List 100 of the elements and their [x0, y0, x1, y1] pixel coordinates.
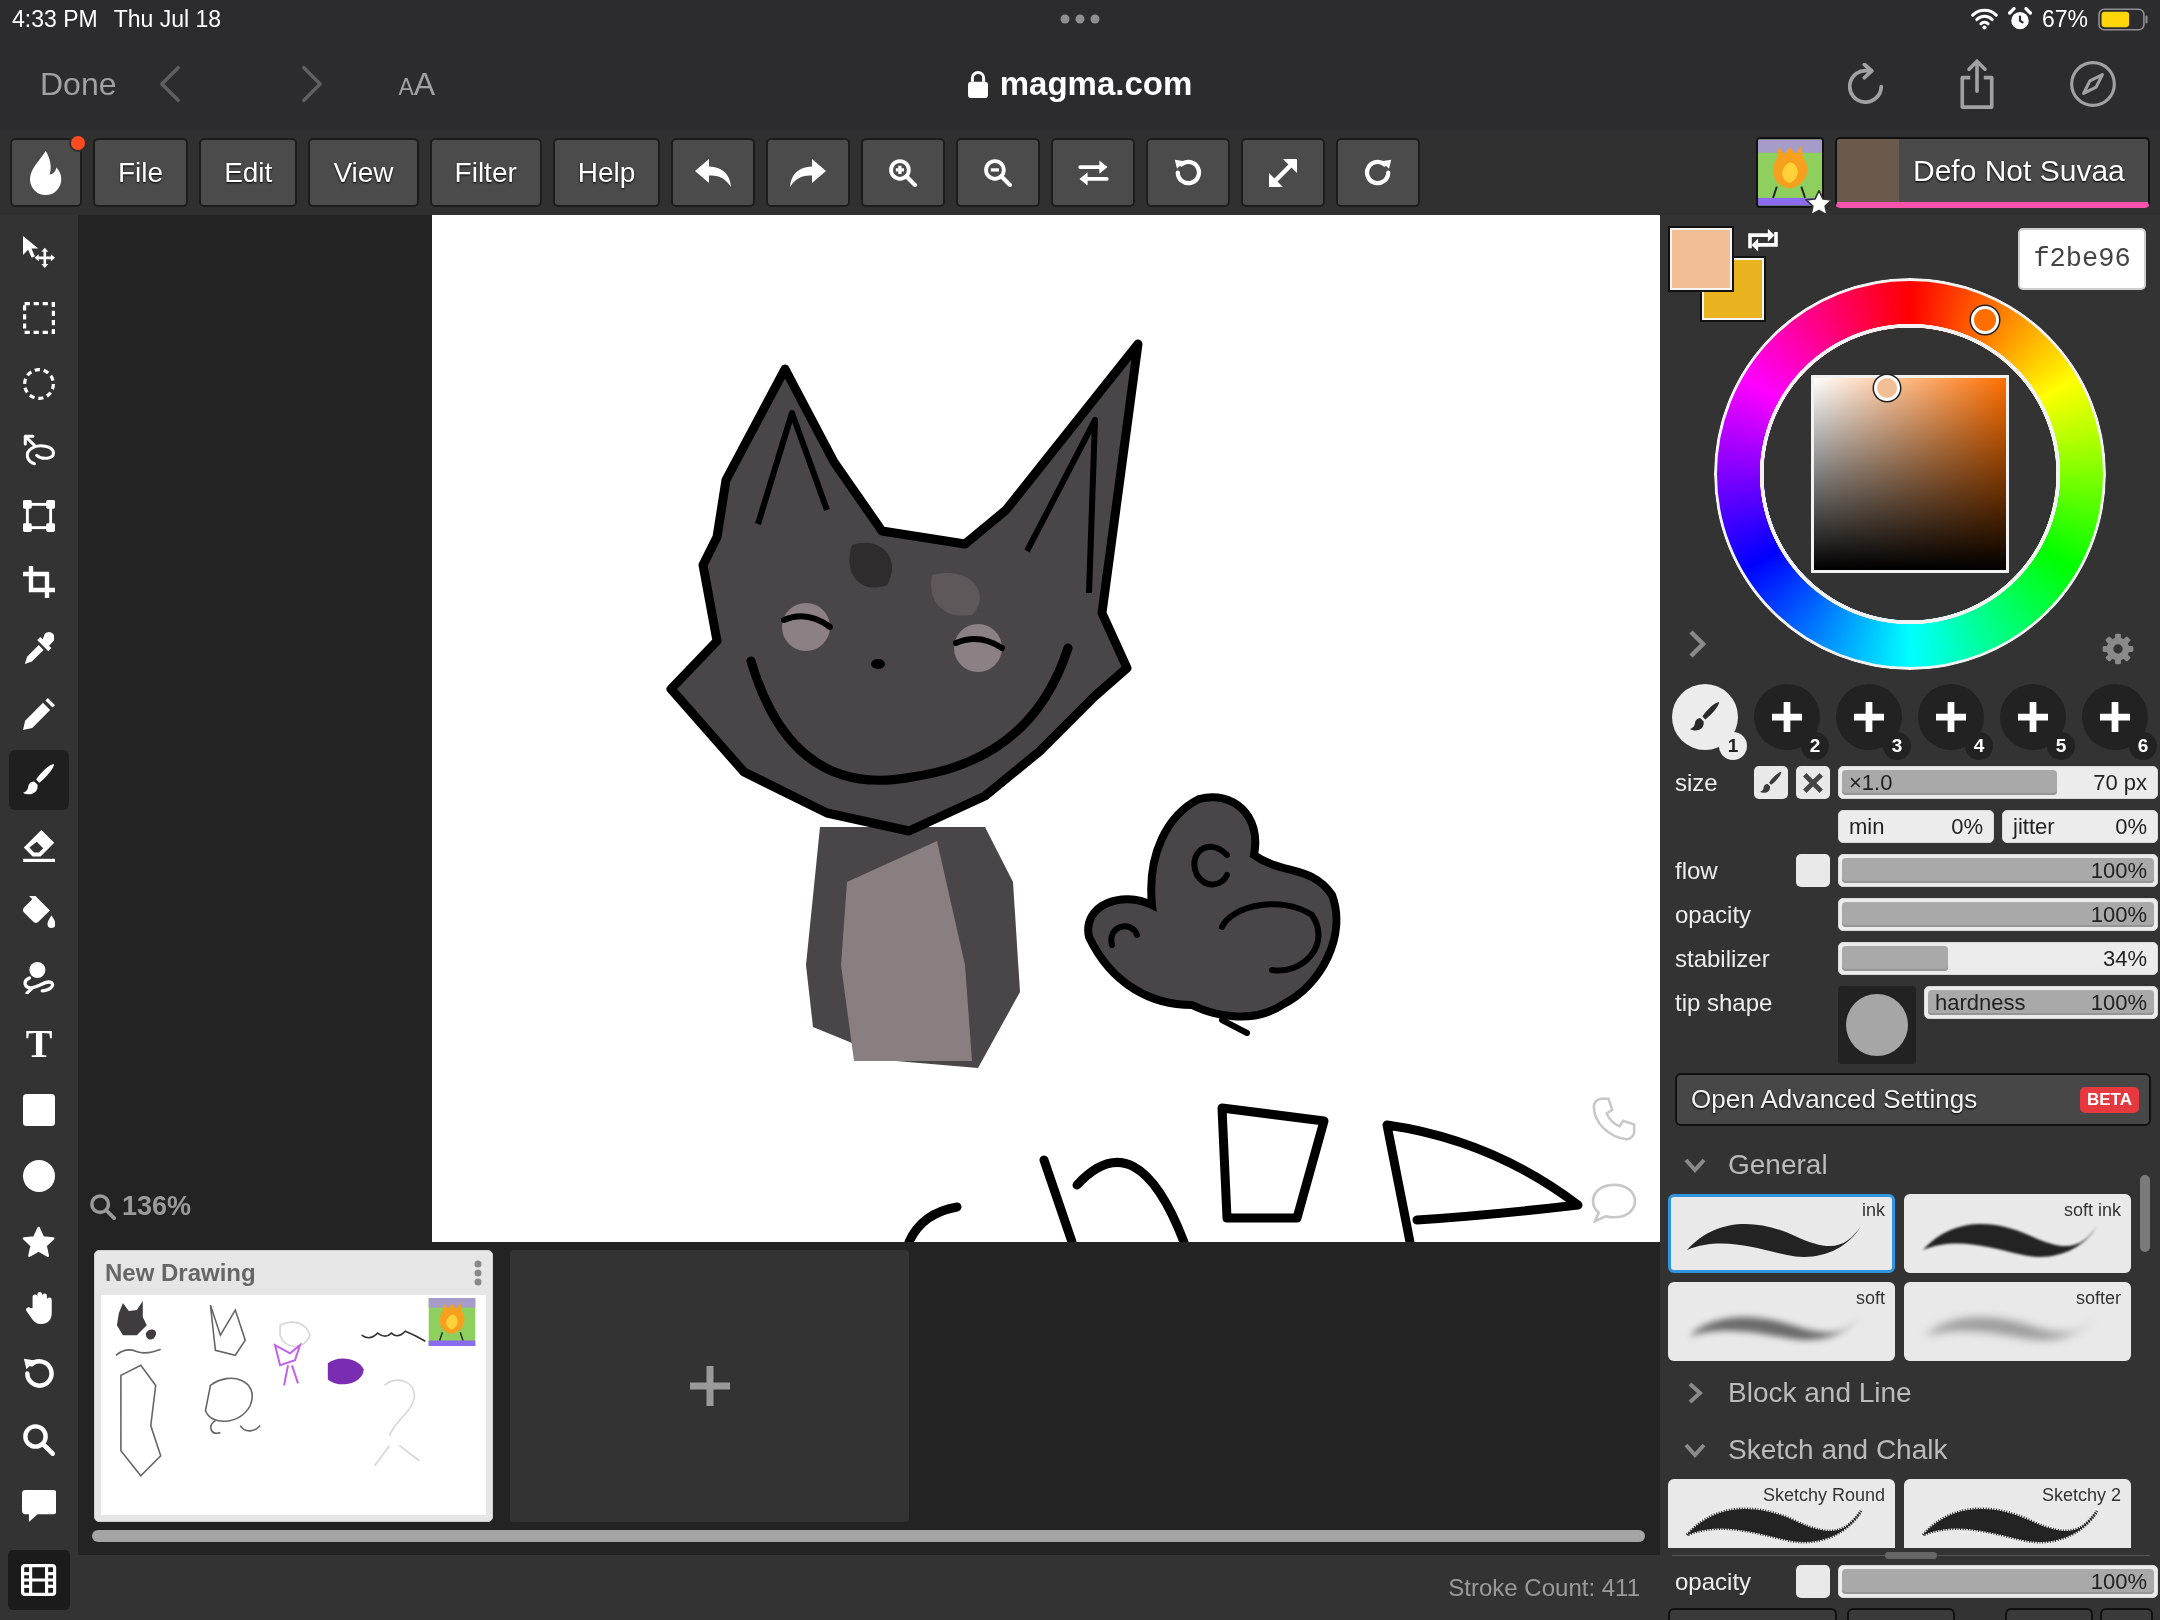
redo-icon[interactable] [790, 158, 827, 187]
battery-icon [2098, 7, 2148, 31]
swap-colors-icon[interactable] [1746, 227, 1780, 253]
rotate-left-icon[interactable] [1174, 158, 1203, 187]
checkbox[interactable] [1796, 854, 1830, 887]
cross-button[interactable] [1796, 766, 1830, 799]
done-button[interactable]: Done [40, 65, 117, 103]
undo-icon[interactable] [695, 158, 732, 187]
tip-shape-button[interactable] [1838, 986, 1916, 1064]
avatar-image[interactable] [1756, 137, 1824, 208]
plus-icon[interactable] [687, 1364, 732, 1408]
resize-handle[interactable] [1885, 1551, 1937, 1559]
circle-icon[interactable] [23, 1160, 55, 1192]
address-bar[interactable]: magma.com [967, 65, 1193, 103]
rectangle-select-icon[interactable] [23, 302, 55, 334]
hardness-slider[interactable]: hardness 100% [1924, 986, 2158, 1019]
paint-bucket-icon[interactable] [22, 896, 56, 928]
thumbnail-drawing[interactable] [101, 1295, 486, 1515]
scrollbar[interactable] [2140, 1175, 2150, 1252]
range-field[interactable]: min 0% [1838, 810, 1994, 843]
zoom-in-button[interactable] [861, 138, 946, 207]
brush-group-header[interactable]: General [1668, 1140, 1828, 1190]
ellipse-select-icon[interactable] [23, 368, 55, 400]
brush-tile[interactable]: Sketchy Round [1668, 1479, 1895, 1548]
settings-icon[interactable] [2102, 633, 2134, 665]
film-button[interactable] [8, 1550, 70, 1610]
film-icon[interactable] [21, 1564, 57, 1596]
number-badge: 4 [1965, 732, 1993, 760]
eraser-icon[interactable] [23, 830, 55, 862]
menu-button[interactable]: Edit [199, 138, 298, 207]
opacity-slider[interactable]: 100% [1838, 898, 2158, 931]
brush-tile[interactable]: Sketchy 2 [1904, 1479, 2131, 1548]
more-icon[interactable] [474, 1260, 482, 1286]
brush-tile[interactable]: softer [1904, 1282, 2131, 1361]
number-badge: 5 [2047, 732, 2075, 760]
more-icon[interactable] [1060, 14, 1100, 24]
move-icon[interactable] [23, 236, 55, 268]
user-button[interactable]: Defo Not Suvaa [1835, 137, 2150, 208]
tool-button[interactable] [9, 750, 69, 810]
rotate-icon[interactable] [23, 1358, 55, 1390]
eyedropper-icon[interactable] [23, 632, 55, 664]
hand-icon[interactable] [25, 1292, 53, 1324]
reload-icon[interactable] [1848, 63, 1884, 105]
rotate-right-icon[interactable] [1364, 158, 1393, 187]
checkbox[interactable] [1796, 1565, 1830, 1598]
zoom-out-icon[interactable] [984, 158, 1013, 187]
menu-button[interactable]: Help [552, 138, 661, 207]
stabilizer-slider[interactable]: 34% [1838, 942, 2158, 975]
zoom-in-icon[interactable] [889, 158, 918, 187]
brush-tile[interactable]: ink [1668, 1194, 1895, 1273]
color-handle[interactable] [1874, 374, 1900, 401]
hue-handle[interactable] [1971, 306, 2000, 334]
tool-button[interactable]: T [9, 1014, 69, 1074]
setting-label: size [1675, 768, 1719, 798]
compass-icon[interactable] [2070, 61, 2116, 107]
star-icon[interactable] [22, 1226, 56, 1258]
text-size-button[interactable]: AA [398, 65, 436, 103]
brush-tile[interactable]: soft ink [1904, 1194, 2131, 1273]
battery-percent: 67% [2041, 5, 2088, 33]
setting-label: flow [1675, 856, 1719, 886]
lasso-icon[interactable] [22, 434, 56, 466]
opacity-slider[interactable]: 100% [1838, 1565, 2158, 1598]
range-field[interactable]: jitter 0% [2002, 810, 2158, 843]
swap-arrows-button[interactable] [1051, 138, 1136, 207]
brush-group-header[interactable]: Sketch and Chalk [1668, 1425, 1948, 1475]
search-icon[interactable] [23, 1424, 55, 1456]
share-icon[interactable] [1960, 59, 1994, 109]
flow-slider[interactable]: 100% [1838, 854, 2158, 887]
transform-icon[interactable] [23, 500, 55, 532]
color-square[interactable] [1811, 375, 2009, 573]
scrollbar[interactable] [92, 1530, 1645, 1542]
menu-button[interactable]: View [308, 138, 419, 207]
rotate-right-button[interactable] [1336, 138, 1421, 207]
expand-icon[interactable] [1269, 158, 1298, 187]
brush-group-header[interactable]: Block and Line [1668, 1368, 1912, 1418]
hex-field[interactable]: f2be96 [2018, 228, 2146, 290]
advanced-settings-button[interactable]: Open Advanced Settings BETA [1675, 1073, 2151, 1126]
rotate-left-button[interactable] [1146, 138, 1231, 207]
number-badge: 3 [1883, 732, 1911, 760]
brush-tile[interactable]: soft [1668, 1282, 1895, 1361]
color-swatch[interactable] [1670, 228, 1732, 290]
brush-button[interactable] [1754, 766, 1788, 799]
flame-logo-icon[interactable] [30, 150, 62, 195]
fullscreen-button[interactable] [1241, 138, 1326, 207]
drawing-card[interactable]: New Drawing [94, 1250, 493, 1522]
menu-button[interactable]: Filter [429, 138, 542, 207]
zoom-out-button[interactable] [956, 138, 1041, 207]
brush-icon [1690, 702, 1720, 732]
menu-button[interactable]: File [93, 138, 189, 207]
size-slider[interactable]: ×1.0 70 px [1838, 766, 2158, 799]
setting-label: opacity [1675, 900, 1753, 930]
redo-button[interactable] [766, 138, 851, 207]
undo-button[interactable] [671, 138, 756, 207]
swap-arrows-icon[interactable] [1077, 158, 1109, 187]
blob-lasso-icon[interactable] [23, 962, 55, 994]
speech-bubble-icon[interactable] [21, 1490, 57, 1522]
pencil-icon[interactable] [23, 698, 55, 730]
chevron-right-icon[interactable] [1688, 629, 1706, 659]
brush-icon[interactable] [23, 764, 55, 796]
crop-icon[interactable] [23, 566, 55, 598]
